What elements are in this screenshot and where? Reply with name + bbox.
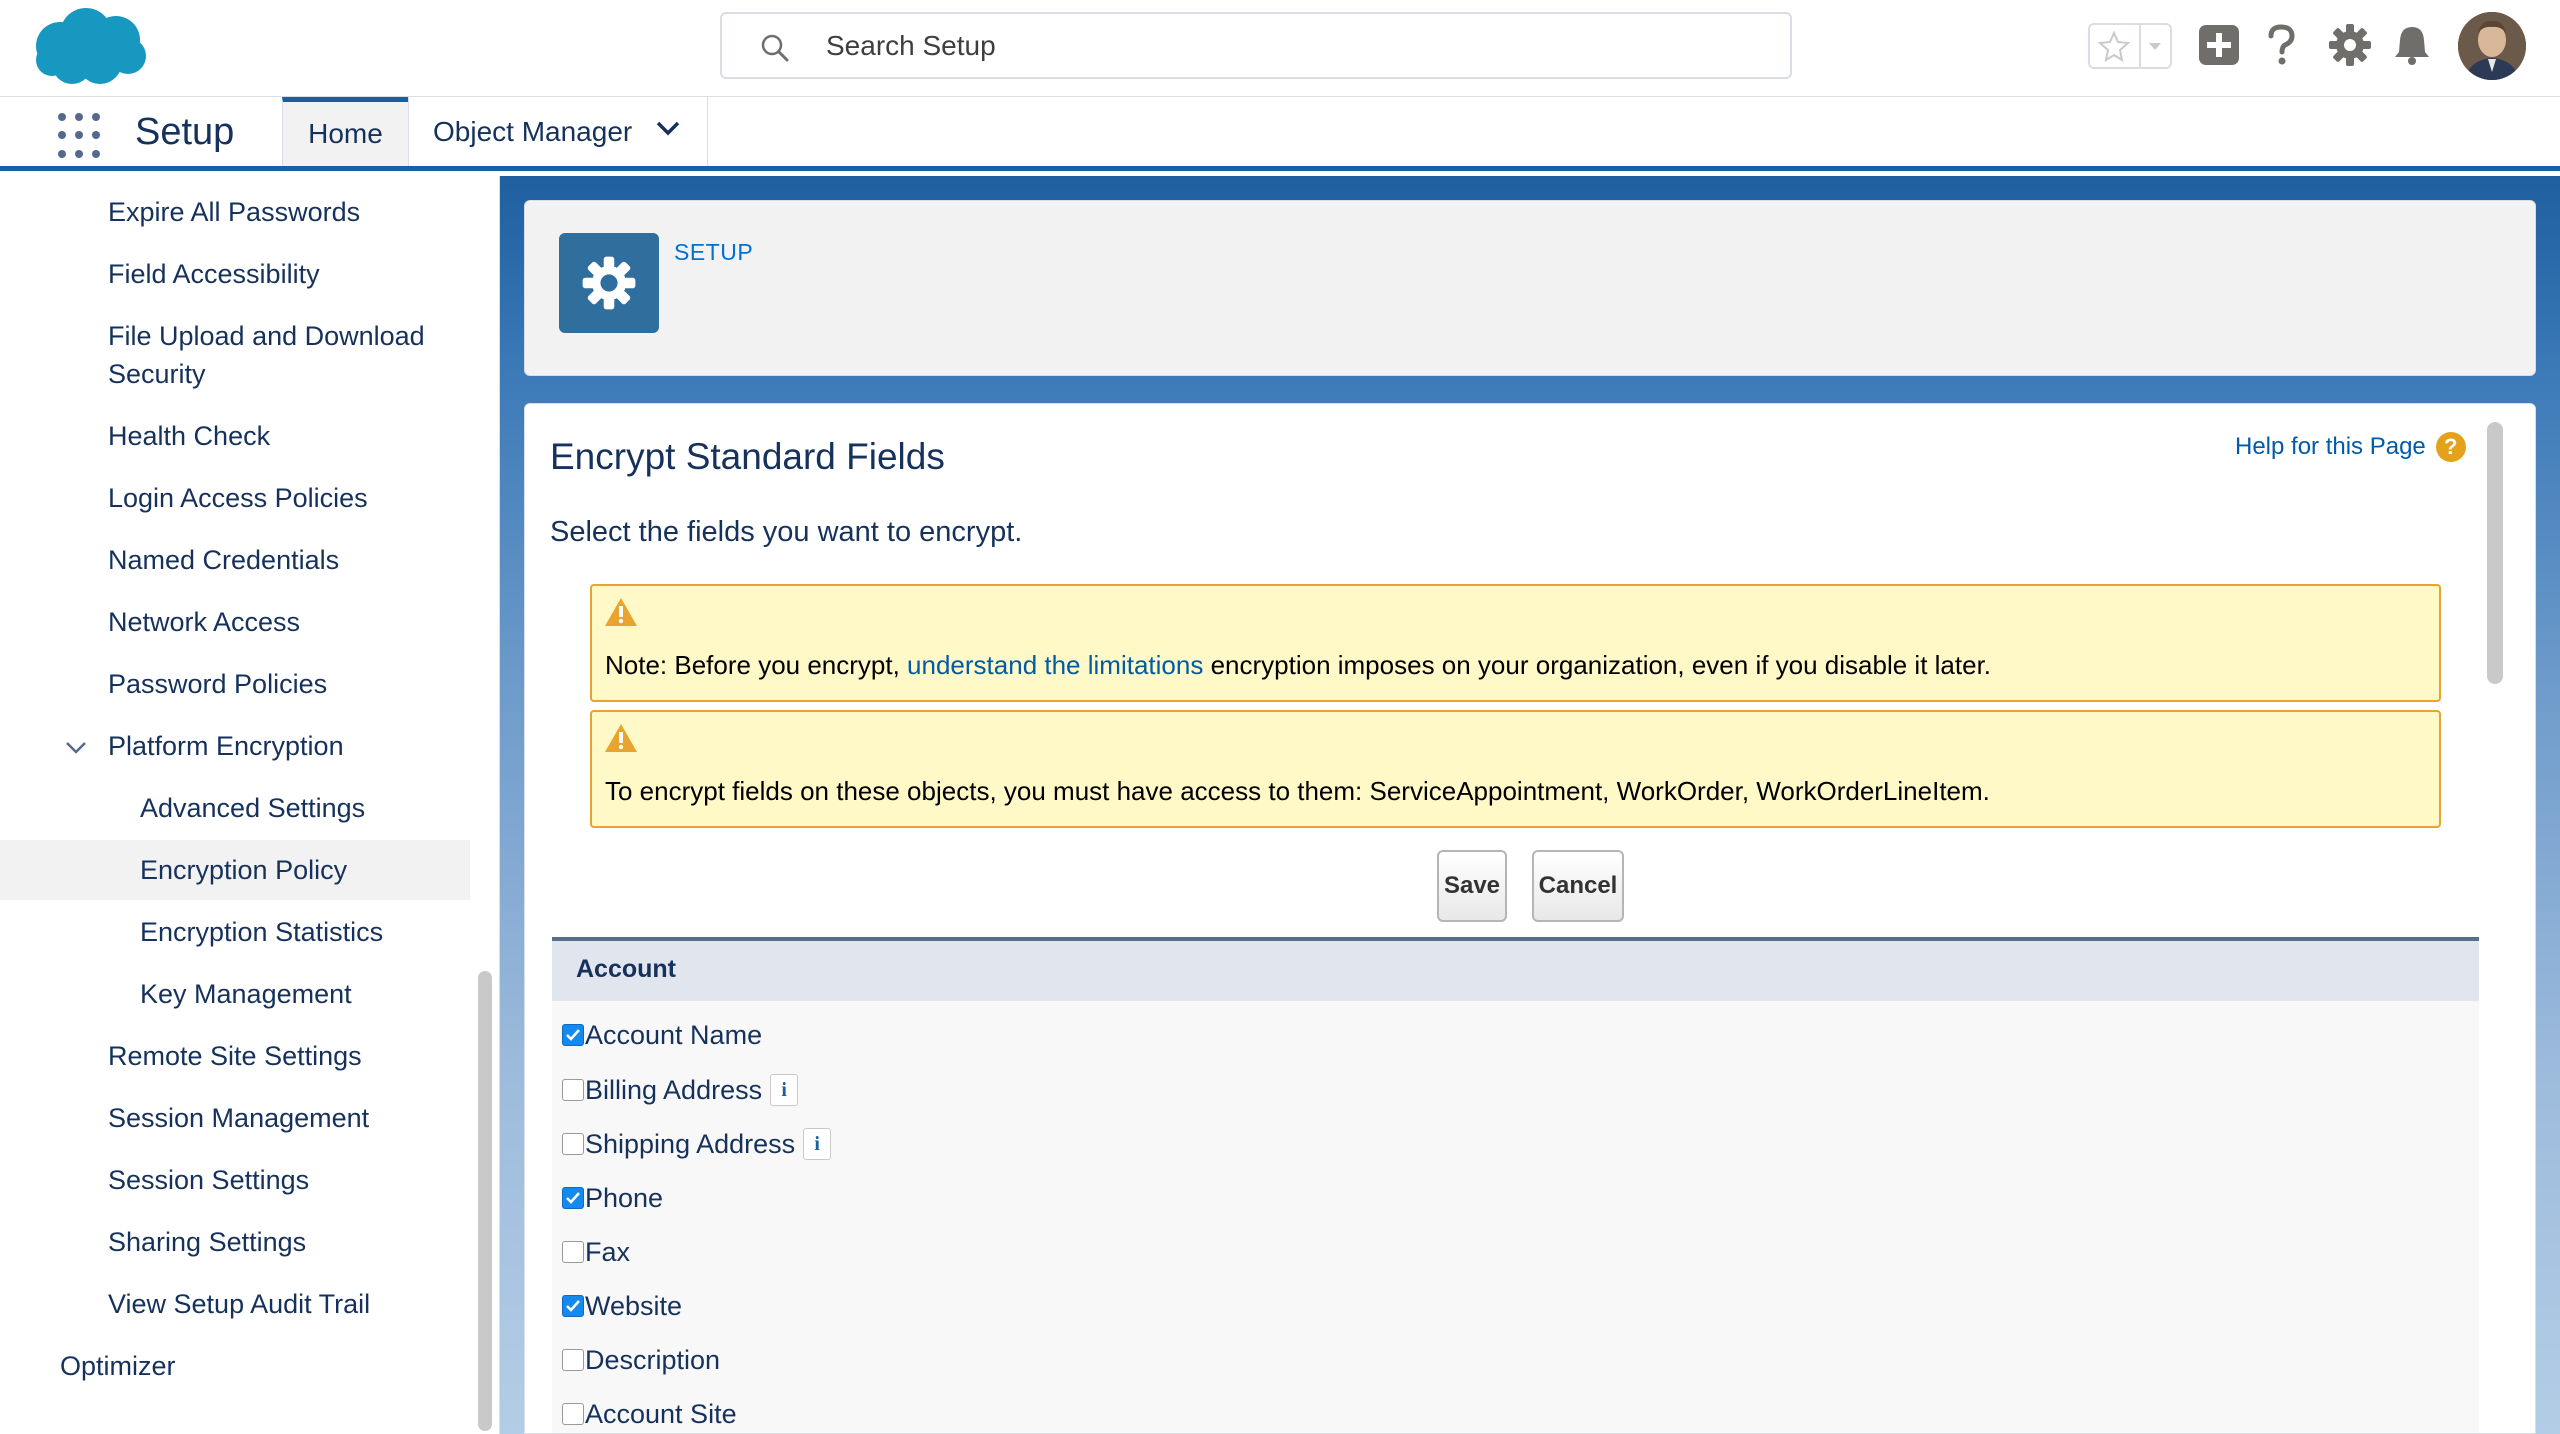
sidebar-item-view-setup-audit-trail[interactable]: View Setup Audit Trail (108, 1285, 370, 1323)
section-title: Account (576, 955, 676, 983)
page-subtitle: Select the fields you want to encrypt. (550, 516, 1023, 548)
sidebar-item-named-credentials[interactable]: Named Credentials (108, 541, 339, 579)
sidebar-item-advanced-settings[interactable]: Advanced Settings (140, 789, 365, 827)
sidebar-item-network-access[interactable]: Network Access (108, 603, 300, 641)
field-label: Shipping Address (585, 1128, 796, 1159)
favorites-group (2088, 23, 2172, 69)
content-card: Encrypt Standard Fields Help for this Pa… (524, 403, 2536, 1434)
checkbox-unchecked[interactable] (562, 1079, 584, 1101)
setup-gear-icon[interactable] (2327, 22, 2373, 68)
understand-limitations-link[interactable]: understand the limitations (907, 650, 1203, 680)
cancel-button[interactable]: Cancel (1532, 850, 1624, 922)
app-name: Setup (135, 111, 235, 153)
setup-gear-icon (559, 233, 659, 333)
favorites-star-icon[interactable] (2090, 25, 2141, 67)
field-row-fax[interactable]: Fax (562, 1233, 630, 1271)
field-label: Description (585, 1344, 721, 1375)
setup-sidebar: Expire All Passwords Field Accessibility… (0, 176, 500, 1434)
checkbox-checked[interactable] (562, 1187, 584, 1209)
chevron-down-icon[interactable] (655, 119, 681, 137)
context-bar: Setup Home Object Manager (0, 97, 2560, 171)
save-button[interactable]: Save (1437, 850, 1507, 922)
sidebar-item-field-accessibility[interactable]: Field Accessibility (108, 255, 320, 293)
sidebar-item-health-check[interactable]: Health Check (108, 417, 270, 455)
help-link-label: Help for this Page (2235, 433, 2426, 460)
field-row-account-site[interactable]: Account Site (562, 1395, 737, 1433)
sidebar-scrollbar-thumb[interactable] (478, 971, 492, 1431)
warning-icon (605, 724, 637, 752)
field-row-shipping-address[interactable]: Shipping Address i (562, 1125, 832, 1163)
field-row-description[interactable]: Description (562, 1341, 720, 1379)
warning-access-text: To encrypt fields on these objects, you … (605, 776, 1990, 806)
sidebar-item-encryption-statistics[interactable]: Encryption Statistics (140, 913, 383, 951)
field-label: Account Name (585, 1019, 763, 1050)
sidebar-item-encryption-policy[interactable]: Encryption Policy (140, 851, 347, 889)
checkbox-unchecked[interactable] (562, 1241, 584, 1263)
help-for-this-page-link[interactable]: Help for this Page ? (2235, 432, 2466, 462)
tab-object-manager[interactable]: Object Manager (408, 97, 708, 166)
favorites-dropdown-icon[interactable] (2141, 25, 2170, 67)
sidebar-item-optimizer[interactable]: Optimizer (60, 1347, 176, 1385)
tab-home-label: Home (308, 118, 383, 149)
sidebar-item-session-settings[interactable]: Session Settings (108, 1161, 309, 1199)
info-icon[interactable]: i (803, 1128, 832, 1160)
checkbox-checked[interactable] (562, 1024, 584, 1046)
info-icon[interactable]: i (770, 1074, 799, 1106)
checkbox-checked[interactable] (562, 1295, 584, 1317)
sidebar-item-key-management[interactable]: Key Management (140, 975, 352, 1013)
sidebar-item-file-upload-security-line[interactable]: Security (108, 355, 206, 393)
sidebar-item-file-upload-and-download[interactable]: File Upload and Download (108, 317, 425, 355)
field-label: Billing Address (585, 1074, 763, 1105)
search-icon (761, 34, 789, 62)
checkbox-unchecked[interactable] (562, 1133, 584, 1155)
page-title: Encrypt Standard Fields (550, 436, 945, 477)
field-label: Phone (585, 1182, 664, 1213)
sidebar-item-remote-site-settings[interactable]: Remote Site Settings (108, 1037, 362, 1075)
sidebar-item-platform-encryption[interactable]: Platform Encryption (108, 727, 344, 765)
field-row-website[interactable]: Website (562, 1287, 682, 1325)
app-launcher-icon[interactable] (58, 113, 104, 159)
user-avatar[interactable] (2458, 12, 2526, 80)
tab-home[interactable]: Home (282, 97, 408, 166)
content-scrollbar-thumb[interactable] (2487, 422, 2503, 684)
warning-text-before: Note: Before you encrypt, (605, 650, 908, 680)
field-label: Fax (585, 1236, 631, 1267)
account-fields-section: Account Account Name Billing Address i S… (552, 937, 2479, 1433)
global-header (0, 0, 2560, 97)
setup-header-card: SETUP (524, 200, 2536, 376)
field-label: Account Site (585, 1398, 737, 1429)
salesforce-logo-icon[interactable] (30, 6, 148, 88)
search-input[interactable] (826, 24, 1726, 68)
sidebar-item-password-policies[interactable]: Password Policies (108, 665, 327, 703)
search-setup-box[interactable] (720, 12, 1792, 79)
warning-icon (605, 598, 637, 626)
chevron-down-icon[interactable] (64, 740, 88, 756)
sidebar-item-expire-all-passwords[interactable]: Expire All Passwords (108, 193, 360, 231)
breadcrumb[interactable]: SETUP (674, 239, 753, 266)
notifications-bell-icon[interactable] (2389, 22, 2435, 68)
field-row-phone[interactable]: Phone (562, 1179, 663, 1217)
field-row-account-name[interactable]: Account Name (562, 1016, 762, 1054)
help-question-icon[interactable] (2258, 22, 2304, 68)
checkbox-unchecked[interactable] (562, 1349, 584, 1371)
warning-message-limitations: Note: Before you encrypt, understand the… (590, 584, 2441, 702)
field-row-billing-address[interactable]: Billing Address i (562, 1071, 799, 1109)
help-question-icon: ? (2435, 432, 2466, 462)
sidebar-item-session-management[interactable]: Session Management (108, 1099, 369, 1137)
tab-object-manager-label: Object Manager (433, 115, 633, 147)
checkbox-unchecked[interactable] (562, 1403, 584, 1425)
section-header: Account (552, 941, 2479, 1001)
sidebar-item-login-access-policies[interactable]: Login Access Policies (108, 479, 368, 517)
warning-text-after: encryption imposes on your organization,… (1203, 650, 1992, 680)
field-label: Website (585, 1290, 683, 1321)
warning-message-access: To encrypt fields on these objects, you … (590, 710, 2441, 828)
sidebar-item-sharing-settings[interactable]: Sharing Settings (108, 1223, 306, 1261)
global-actions-plus-icon[interactable] (2196, 22, 2242, 68)
